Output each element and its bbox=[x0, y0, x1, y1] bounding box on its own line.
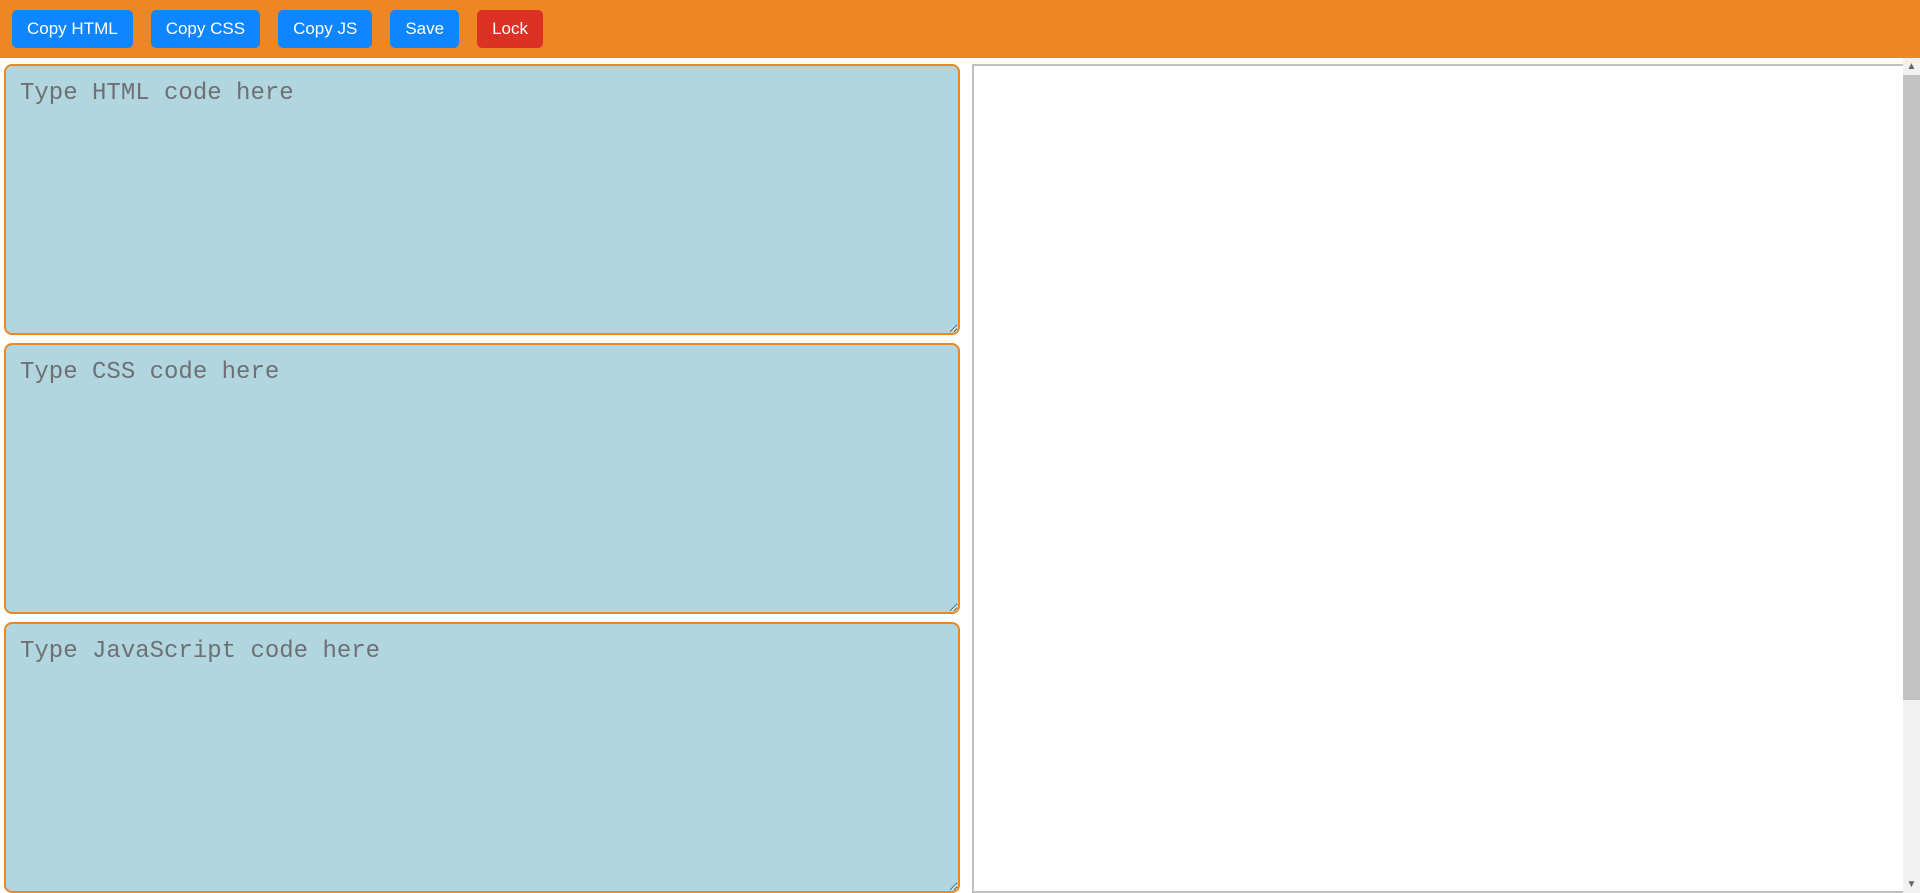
css-editor-wrap bbox=[4, 343, 960, 614]
js-editor-wrap bbox=[4, 622, 960, 893]
copy-js-button[interactable]: Copy JS bbox=[278, 10, 372, 48]
scroll-down-arrow-icon[interactable]: ▼ bbox=[1903, 876, 1920, 893]
scroll-up-arrow-icon[interactable]: ▲ bbox=[1903, 58, 1920, 75]
toolbar: Copy HTML Copy CSS Copy JS Save Lock bbox=[0, 0, 1920, 58]
html-editor[interactable] bbox=[4, 64, 960, 335]
copy-css-button[interactable]: Copy CSS bbox=[151, 10, 260, 48]
scroll-thumb[interactable] bbox=[1903, 75, 1920, 700]
css-editor[interactable] bbox=[4, 343, 960, 614]
lock-button[interactable]: Lock bbox=[477, 10, 543, 48]
preview-panel bbox=[972, 64, 1916, 893]
preview-frame[interactable] bbox=[972, 64, 1910, 893]
editors-panel bbox=[4, 64, 960, 893]
copy-html-button[interactable]: Copy HTML bbox=[12, 10, 133, 48]
save-button[interactable]: Save bbox=[390, 10, 459, 48]
js-editor[interactable] bbox=[4, 622, 960, 893]
html-editor-wrap bbox=[4, 64, 960, 335]
main-area bbox=[0, 58, 1920, 893]
page-scrollbar[interactable]: ▲ ▼ bbox=[1903, 58, 1920, 893]
scroll-track[interactable] bbox=[1903, 75, 1920, 876]
